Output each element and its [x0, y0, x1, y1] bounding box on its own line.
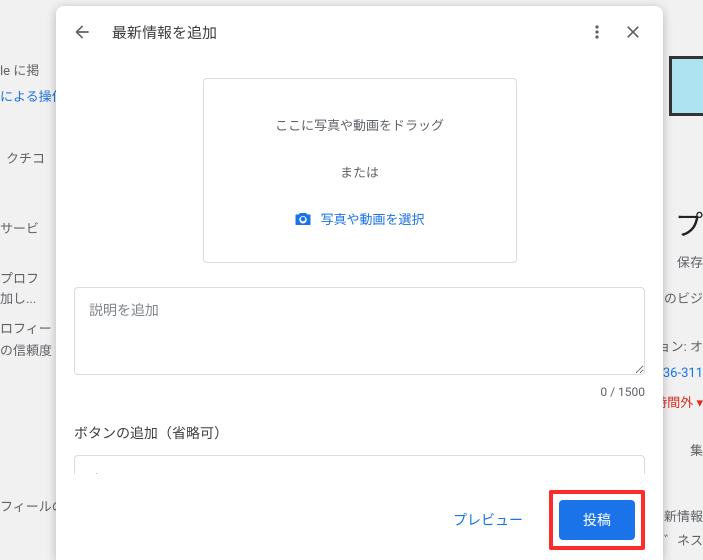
bg-text: 36-311 [663, 366, 703, 381]
bg-text: le に掲 [0, 60, 39, 79]
bg-text: ョン: オ [658, 336, 703, 355]
modal-footer: プレビュー 投稿 [56, 474, 663, 560]
close-button[interactable] [621, 20, 645, 44]
bg-text: クチコ [6, 148, 45, 167]
bg-text: 加し... [0, 288, 36, 307]
character-counter: 0 / 1500 [74, 385, 645, 399]
select-media-label: 写真や動画を選択 [320, 209, 424, 228]
bg-text: のビジ [664, 288, 703, 307]
button-section-label: ボタンの追加（省略可） [74, 423, 645, 443]
button-type-select[interactable]: なし ▼ [74, 455, 645, 475]
bg-text: 新情報 [664, 506, 703, 525]
bg-text: 集 [690, 440, 703, 459]
modal-body: ここに写真や動画をドラッグ または 写真や動画を選択 0 / 1500 ボタンの… [56, 58, 663, 474]
bg-text: ロフィー [0, 318, 52, 337]
select-media-button[interactable]: 写真や動画を選択 [294, 209, 424, 228]
add-update-modal: 最新情報を追加 ここに写真や動画をドラッグ または 写真や動画を選択 0 / 1… [56, 6, 663, 560]
preview-button[interactable]: プレビュー [443, 502, 533, 538]
bg-text: サービ [0, 218, 39, 237]
bg-text: プロフ [0, 268, 39, 287]
more-vert-icon [587, 22, 607, 42]
modal-title: 最新情報を追加 [112, 22, 217, 43]
bg-text: プ [675, 204, 703, 244]
back-button[interactable] [70, 20, 94, 44]
bg-text: 保存 [677, 252, 703, 271]
more-options-button[interactable] [585, 20, 609, 44]
camera-icon [294, 210, 312, 228]
bg-thumbnail [669, 56, 703, 116]
post-button-highlight: 投稿 [549, 490, 645, 550]
bg-text: ゛ネス [664, 530, 703, 549]
dropzone-or-text: または [214, 162, 506, 181]
arrow-left-icon [72, 22, 92, 42]
post-button[interactable]: 投稿 [559, 500, 635, 540]
modal-header: 最新情報を追加 [56, 6, 663, 58]
media-dropzone[interactable]: ここに写真や動画をドラッグ または 写真や動画を選択 [203, 78, 517, 263]
description-section: 0 / 1500 [74, 287, 645, 399]
bg-text: による操作 [0, 86, 65, 105]
close-icon [623, 22, 643, 42]
description-textarea[interactable] [74, 287, 645, 375]
bg-text: の信頼度 [0, 340, 52, 359]
dropzone-drag-text: ここに写真や動画をドラッグ [214, 115, 506, 134]
